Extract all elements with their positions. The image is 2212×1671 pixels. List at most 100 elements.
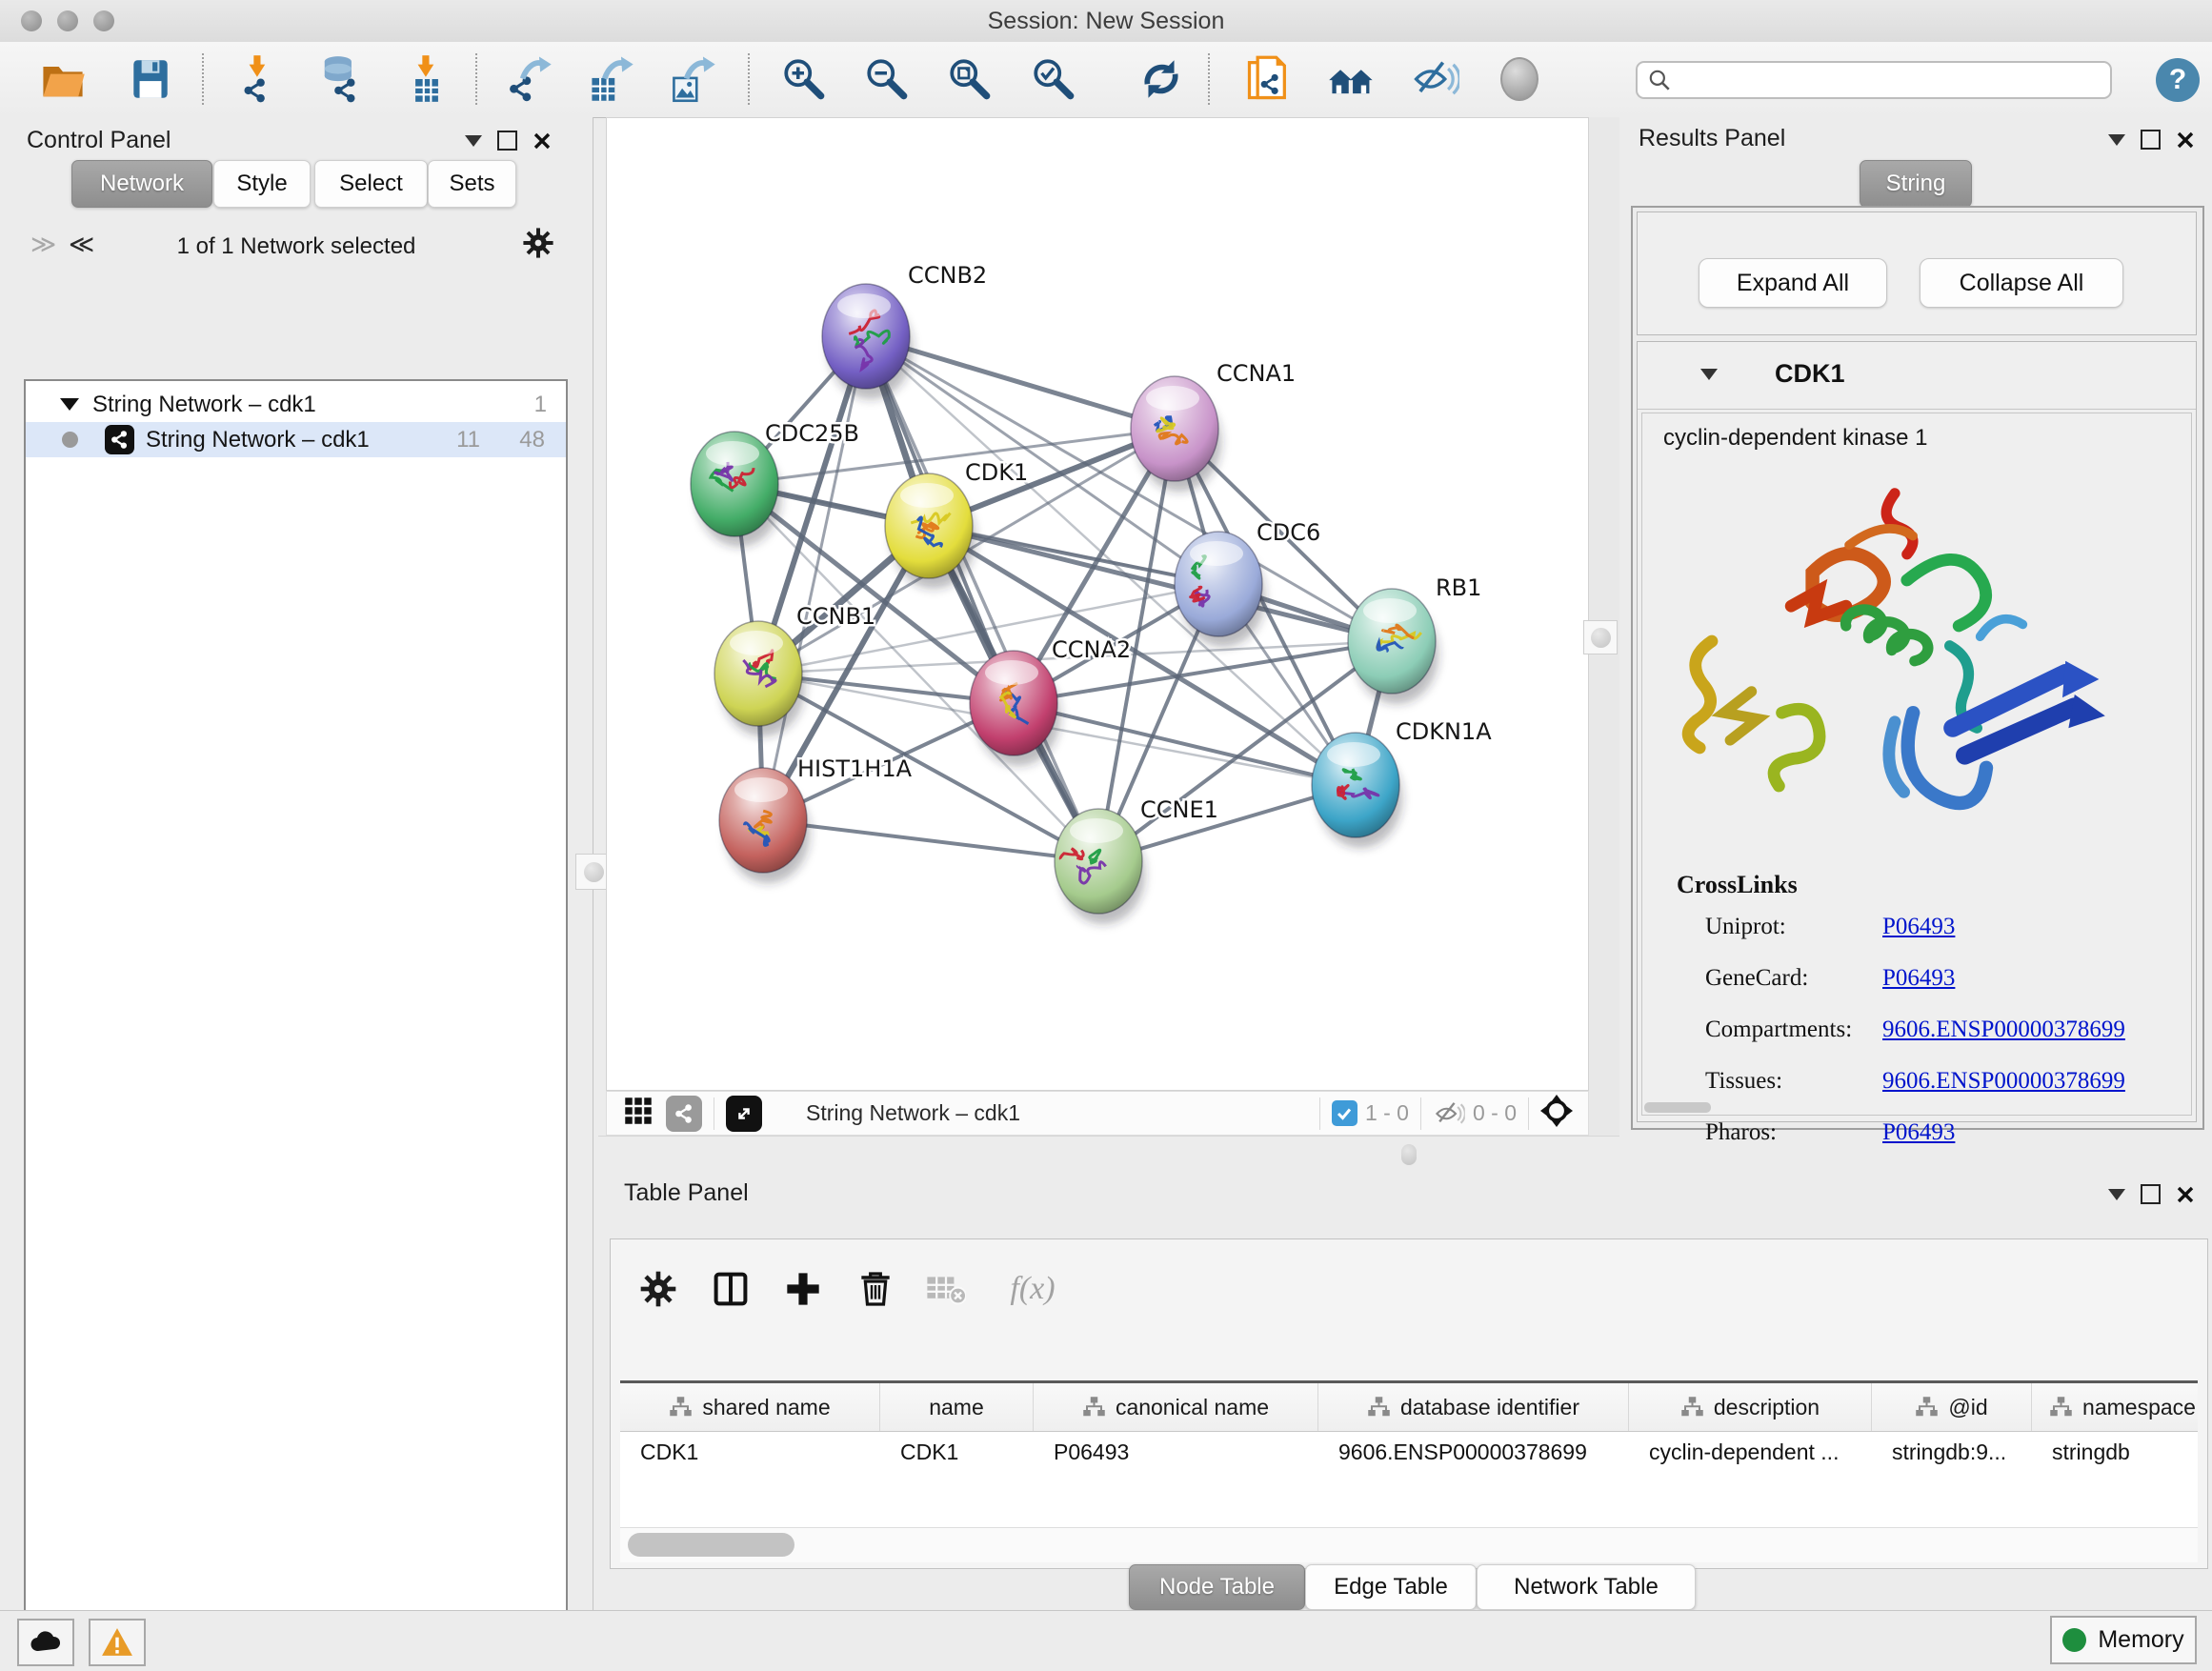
- network-row-selected[interactable]: String Network – cdk1 11 48: [26, 422, 566, 457]
- card-scrollbar-thumb[interactable]: [1644, 1102, 1711, 1113]
- grid-view-button[interactable]: [624, 1097, 653, 1130]
- collapse-all-button[interactable]: Collapse All: [1920, 258, 2123, 308]
- string-home-button[interactable]: [1325, 51, 1378, 107]
- close-panel-icon[interactable]: [533, 131, 552, 151]
- zoom-out-button[interactable]: [860, 51, 914, 107]
- warnings-button[interactable]: [89, 1619, 146, 1666]
- table-horizontal-scrollbar[interactable]: [620, 1527, 2198, 1562]
- network-node-cdc6[interactable]: CDC6: [1175, 519, 1320, 647]
- network-node-ccna1[interactable]: CCNA1: [1131, 360, 1296, 492]
- tab-select[interactable]: Select: [314, 160, 428, 208]
- crosslinks-list: Uniprot: P06493 GeneCard: P06493 Compart…: [1705, 901, 2162, 1158]
- tab-edge-table[interactable]: Edge Table: [1305, 1564, 1477, 1610]
- tab-node-table[interactable]: Node Table: [1129, 1564, 1305, 1610]
- search-input[interactable]: [1636, 61, 2112, 99]
- right-splitter-handle[interactable]: [1583, 620, 1618, 654]
- network-collection-row[interactable]: String Network – cdk1 1: [26, 387, 566, 422]
- crosslink-link[interactable]: 9606.ENSP00000378699: [1882, 1017, 2125, 1043]
- float-panel-icon[interactable]: [465, 135, 482, 147]
- column-header-shared-name[interactable]: shared name: [620, 1383, 880, 1431]
- collapse-triangle-icon[interactable]: [60, 398, 79, 411]
- export-network-button[interactable]: [503, 51, 556, 107]
- column-header-id[interactable]: @id: [1872, 1383, 2032, 1431]
- column-label: @id: [1948, 1395, 1987, 1420]
- open-session-button[interactable]: [36, 51, 90, 107]
- column-header-canonical-name[interactable]: canonical name: [1034, 1383, 1318, 1431]
- collapse-card-icon[interactable]: [1700, 369, 1718, 380]
- network-node-ccna2[interactable]: CCNA2: [970, 636, 1131, 766]
- tab-network-table[interactable]: Network Table: [1477, 1564, 1696, 1610]
- network-edge[interactable]: [763, 820, 1098, 861]
- column-header-namespace[interactable]: namespace: [2032, 1383, 2198, 1431]
- network-node-ccnb2[interactable]: CCNB2: [822, 262, 987, 399]
- status-bar: Memory: [0, 1610, 2212, 1671]
- network-graph[interactable]: CCNB2CCNA1CDC25BCDK1CDC6RB1CCNB1CCNA2CDK…: [607, 118, 1590, 1092]
- network-node-hist1h1a[interactable]: HIST1H1A: [719, 755, 913, 883]
- close-panel-icon[interactable]: [2176, 131, 2195, 150]
- fx-label: f(x): [1010, 1271, 1055, 1307]
- maximize-panel-icon[interactable]: [2141, 1184, 2161, 1204]
- network-edge[interactable]: [763, 336, 866, 820]
- detach-view-button[interactable]: [726, 1096, 762, 1132]
- export-image-button[interactable]: [667, 51, 720, 107]
- network-edge[interactable]: [1014, 703, 1356, 785]
- network-node-cdkn1a[interactable]: CDKN1A: [1312, 718, 1492, 848]
- crosslink-link[interactable]: P06493: [1882, 1119, 1955, 1146]
- close-panel-icon[interactable]: [2176, 1185, 2195, 1204]
- import-table-button[interactable]: [400, 51, 453, 107]
- crosslink-link[interactable]: P06493: [1882, 965, 1955, 992]
- column-header-database-identifier[interactable]: database identifier: [1318, 1383, 1629, 1431]
- network-edge[interactable]: [866, 336, 1098, 861]
- apply-function-button[interactable]: f(x): [990, 1260, 1076, 1318]
- collection-label: String Network – cdk1: [92, 392, 316, 418]
- maximize-panel-icon[interactable]: [2141, 130, 2161, 150]
- memory-button[interactable]: Memory: [2050, 1616, 2197, 1664]
- table-row[interactable]: CDK1 CDK1 P06493 9606.ENSP00000378699 cy…: [620, 1432, 2198, 1472]
- show-columns-button[interactable]: [702, 1260, 759, 1318]
- network-options-button[interactable]: [522, 227, 554, 264]
- zoom-fit-button[interactable]: [943, 51, 996, 107]
- tab-style-label: Style: [236, 171, 287, 197]
- crosslink-link[interactable]: P06493: [1882, 914, 1955, 940]
- crosslink-link[interactable]: 9606.ENSP00000378699: [1882, 1068, 2125, 1095]
- tab-sets[interactable]: Sets: [428, 160, 516, 208]
- eye-slash-button[interactable]: [1408, 51, 1461, 107]
- selected-nodes-checkbox[interactable]: [1332, 1100, 1357, 1126]
- import-network-icon: [233, 54, 283, 104]
- network-node-cdk1[interactable]: CDK1: [885, 459, 1028, 589]
- expand-all-button[interactable]: Expand All: [1699, 258, 1887, 308]
- import-network-file-button[interactable]: [231, 51, 285, 107]
- add-column-button[interactable]: [774, 1260, 832, 1318]
- column-header-name[interactable]: name: [880, 1383, 1034, 1431]
- protein-card-header[interactable]: CDK1: [1638, 342, 2196, 410]
- export-table-button[interactable]: [585, 51, 638, 107]
- tab-string[interactable]: String: [1860, 160, 1972, 208]
- eye-button[interactable]: [1493, 51, 1546, 107]
- float-panel-icon[interactable]: [2108, 134, 2125, 146]
- node-label: CCNB2: [908, 262, 987, 289]
- save-session-button[interactable]: [124, 51, 177, 107]
- zoom-in-button[interactable]: [777, 51, 831, 107]
- tab-style[interactable]: Style: [213, 160, 311, 208]
- maximize-panel-icon[interactable]: [497, 131, 517, 151]
- delete-column-button[interactable]: [847, 1260, 904, 1318]
- float-panel-icon[interactable]: [2108, 1189, 2125, 1200]
- delete-table-button[interactable]: [917, 1260, 975, 1318]
- network-node-rb1[interactable]: RB1: [1348, 574, 1481, 704]
- zoom-selected-button[interactable]: [1027, 51, 1080, 107]
- table-options-button[interactable]: [630, 1260, 687, 1318]
- fit-content-button[interactable]: [1540, 1095, 1573, 1132]
- column-header-description[interactable]: description: [1629, 1383, 1872, 1431]
- network-canvas[interactable]: CCNB2CCNA1CDC25BCDK1CDC6RB1CCNB1CCNA2CDK…: [606, 117, 1589, 1091]
- network-node-ccne1[interactable]: CCNE1: [1055, 796, 1218, 924]
- import-network-database-button[interactable]: [313, 51, 367, 107]
- tab-network[interactable]: Network: [71, 160, 212, 208]
- cloud-status-button[interactable]: [17, 1619, 74, 1666]
- refresh-view-button[interactable]: [1135, 51, 1188, 107]
- scrollbar-thumb[interactable]: [628, 1533, 794, 1557]
- tab-select-label: Select: [339, 171, 403, 197]
- hidden-eye-icon[interactable]: [1433, 1100, 1465, 1127]
- help-button[interactable]: ?: [2156, 58, 2200, 102]
- network-view-mode-button[interactable]: [666, 1096, 702, 1132]
- import-string-network-button[interactable]: [1241, 51, 1295, 107]
